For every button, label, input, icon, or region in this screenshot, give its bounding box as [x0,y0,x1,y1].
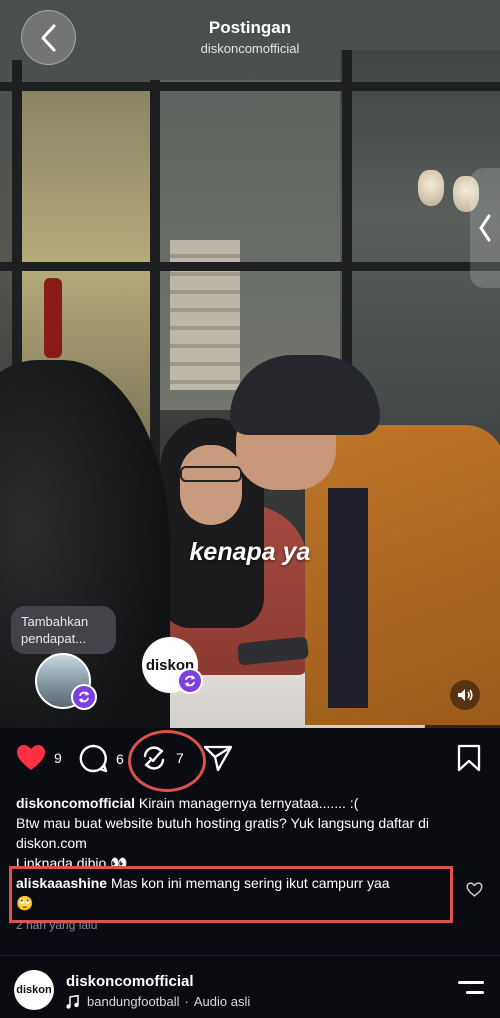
menu-button[interactable] [458,981,484,1001]
save-button[interactable] [457,744,481,772]
repost-highlight-annotation [128,730,206,792]
comment-like-button[interactable] [466,882,483,902]
reel-video[interactable]: kenapa ya Postingan diskoncomofficial Ta… [0,0,500,728]
page-subtitle: diskoncomofficial [200,41,300,56]
add-note-bubble[interactable]: Tambahkan pendapat... [11,606,116,662]
person-man-shirt [328,488,368,708]
caption-line: Btw mau buat website butuh hosting grati… [16,815,430,851]
share-button[interactable] [203,744,233,772]
repost-badge [71,684,97,710]
person-woman-glasses [180,466,242,482]
window-frame [150,80,160,500]
comment-username[interactable]: aliskaaashine [16,875,107,891]
comment-button[interactable]: 6 [79,744,124,773]
like-button[interactable]: 9 [16,744,62,771]
audio-account-name[interactable]: diskoncomofficial [66,973,194,990]
audio-separator: · [184,994,189,1009]
menu-icon [458,981,484,984]
mute-button[interactable] [450,680,480,710]
video-overlay-text: kenapa ya [189,538,311,566]
action-bar [0,728,500,790]
page-title: Postingan [208,18,292,37]
ceiling-lamp [418,170,444,206]
music-note-icon [66,994,79,1009]
audio-track-name: bandungfootball [87,994,180,1009]
repost-icon [184,675,196,687]
audio-type: Audio asli [193,994,251,1009]
audio-track-info[interactable]: bandungfootball · Audio asli [66,994,250,1009]
like-count: 9 [54,749,62,766]
comment-count: 6 [116,750,124,767]
menu-icon [466,991,484,994]
divider [0,955,500,956]
post-caption: diskoncomofficial Kirain managernya tern… [16,793,486,873]
audio-avatar[interactable]: diskon [14,970,54,1010]
heart-outline-icon [466,882,483,897]
repost-icon [78,691,90,703]
comment-timestamp: 2 hari yang lalu [16,918,98,932]
window-frame [0,262,340,271]
side-panel-toggle[interactable] [470,168,500,288]
speaker-icon [458,689,473,701]
heart-icon [17,745,45,770]
send-icon [203,745,233,772]
fire-extinguisher [44,278,62,358]
comment-icon [79,744,108,773]
caption-first-line: Kirain managernya ternyataa....... :( [138,795,359,811]
comment-body: Mas kon ini memang sering ikut campurr y… [110,875,390,891]
bookmark-icon [457,744,481,772]
window-frame [0,82,500,91]
comment-item: aliskaaashine Mas kon ini memang sering … [16,873,446,913]
comment-emoji: 🙄 [16,895,34,911]
person-woman-face [180,445,242,525]
caption-username[interactable]: diskoncomofficial [16,795,135,811]
repost-badge [177,668,203,694]
add-note-text: Tambahkan pendapat... [21,614,89,646]
chevron-left-icon [479,214,491,242]
